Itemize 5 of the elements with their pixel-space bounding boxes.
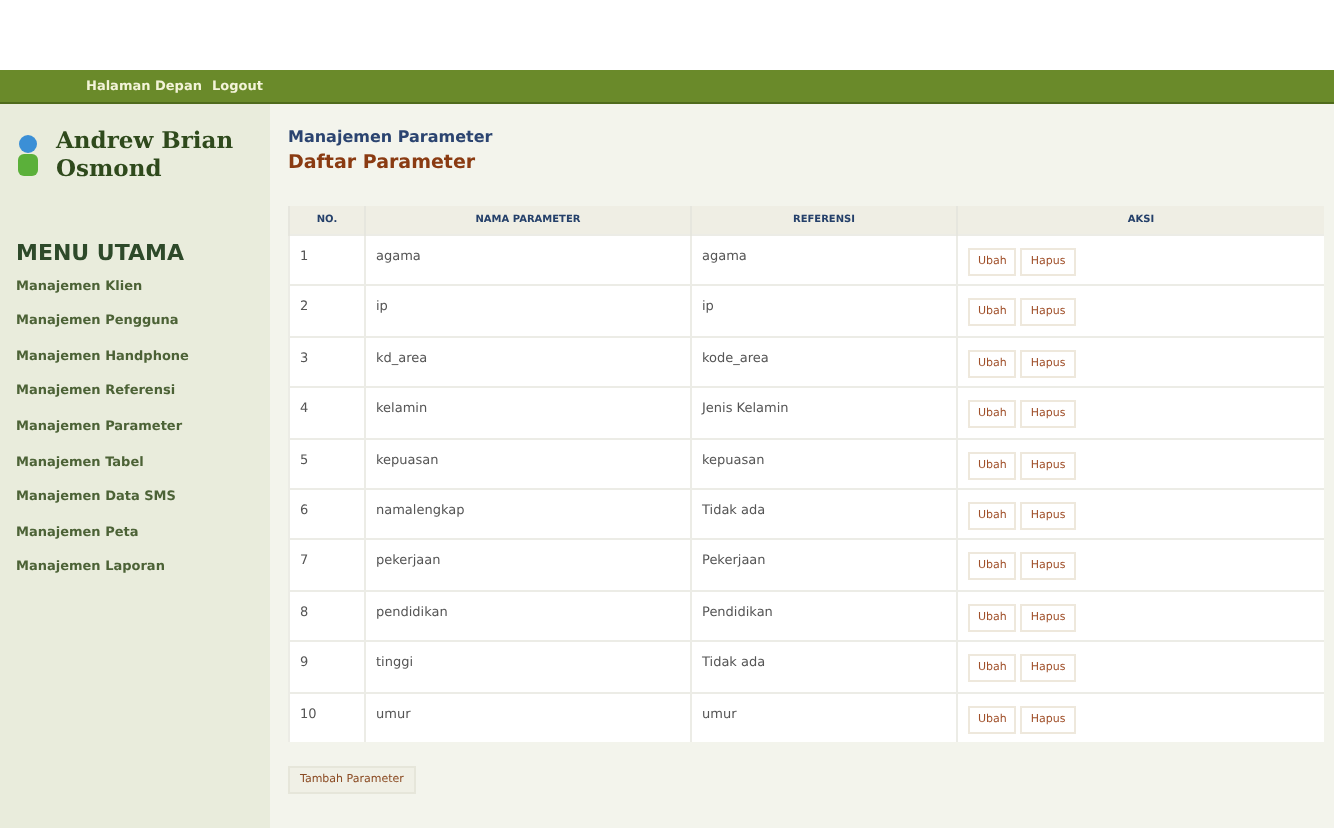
menu-title: MENU UTAMA xyxy=(16,239,186,266)
breadcrumb: Manajemen Parameter xyxy=(288,128,493,146)
user-icon xyxy=(16,133,40,178)
page-title: Daftar Parameter xyxy=(288,152,476,174)
user-name: Andrew Brian Osmond xyxy=(56,128,236,184)
